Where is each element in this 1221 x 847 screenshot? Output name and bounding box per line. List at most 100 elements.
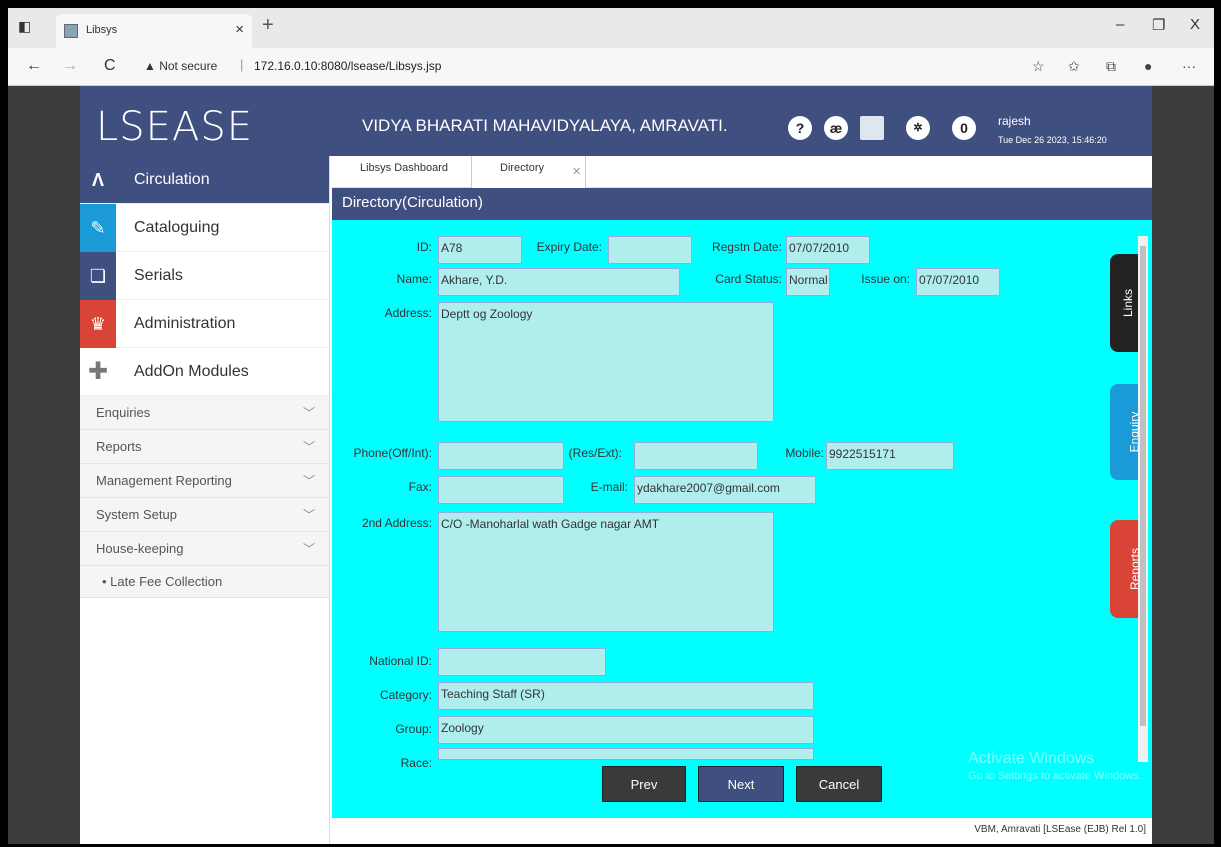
url-separator: |: [240, 57, 244, 72]
menu-reports[interactable]: Reports ﹀: [80, 430, 329, 464]
category-field[interactable]: Teaching Staff (SR): [438, 682, 814, 710]
second-address-field[interactable]: C/O -Manoharlal wath Gadge nagar AMT: [438, 512, 774, 632]
menu-enquiries[interactable]: Enquiries ﹀: [80, 396, 329, 430]
circulation-icon: Λ: [91, 170, 104, 190]
reload-button[interactable]: C: [104, 57, 116, 75]
group-field[interactable]: Zoology: [438, 716, 814, 744]
security-indicator[interactable]: ▲ Not secure: [144, 59, 217, 73]
restore-button[interactable]: ❐: [1152, 16, 1165, 34]
id-field[interactable]: A78: [438, 236, 522, 264]
read-aloud-icon[interactable]: ☆: [1032, 58, 1045, 75]
profile-icon[interactable]: ●: [1144, 58, 1152, 74]
menu-label: Reports: [96, 439, 142, 454]
phone-label: Phone(Off/Int):: [353, 446, 433, 460]
sidebar: Λ Circulation ✎ Cataloguing ❏ Serials ♛ …: [80, 156, 330, 844]
issue-on-field[interactable]: 07/07/2010: [916, 268, 1000, 296]
serials-icon: ❏: [80, 252, 116, 300]
regstn-date-label: Regstn Date:: [711, 240, 782, 254]
menu-label: • Late Fee Collection: [102, 574, 223, 589]
issue-on-label: Issue on:: [861, 272, 910, 286]
app-footer: VBM, Amravati [LSEase (EJB) Rel 1.0]: [332, 818, 1152, 844]
module-addon[interactable]: ✚ AddOn Modules: [80, 348, 329, 396]
chevron-down-icon: ﹀: [302, 406, 315, 420]
close-tab-icon[interactable]: ✕: [572, 165, 581, 178]
card-status-field[interactable]: Normal: [786, 268, 830, 296]
college-name: VIDYA BHARATI MAHAVIDYALAYA, AMRAVATI.: [362, 116, 728, 135]
menu-house-keeping[interactable]: House-keeping ﹀: [80, 532, 329, 566]
image-icon[interactable]: [860, 116, 884, 140]
links-tab-label: Links: [1121, 288, 1136, 318]
menu-label: House-keeping: [96, 541, 184, 556]
card-status-label: Card Status:: [715, 272, 782, 286]
module-label: Cataloguing: [134, 219, 220, 236]
prev-button[interactable]: Prev: [602, 766, 686, 802]
race-field[interactable]: [438, 748, 814, 760]
res-ext-field[interactable]: [634, 442, 758, 470]
windows-watermark-title: Activate Windows: [968, 750, 1095, 767]
scrollbar-thumb[interactable]: [1140, 246, 1146, 726]
forward-button[interactable]: →: [62, 57, 78, 75]
tab-label: Directory: [500, 162, 545, 174]
section-title: Directory(Circulation): [332, 188, 1152, 220]
regstn-date-field[interactable]: 07/07/2010: [786, 236, 870, 264]
address-label: Address:: [384, 306, 432, 320]
favicon-icon: [64, 24, 78, 38]
favorites-icon[interactable]: ✩: [1068, 58, 1080, 75]
expiry-date-label: Expiry Date:: [536, 240, 602, 254]
menu-system-setup[interactable]: System Setup ﹀: [80, 498, 329, 532]
url-input[interactable]: 172.16.0.10:8080/lsease/Libsys.jsp: [254, 59, 441, 73]
module-label: Serials: [134, 267, 183, 284]
more-options-icon[interactable]: ···: [1182, 58, 1196, 74]
current-datetime: Tue Dec 26 2023, 15:46:20: [998, 135, 1107, 145]
menu-label: Enquiries: [96, 405, 151, 420]
tab-directory[interactable]: Directory: [472, 156, 586, 188]
next-button[interactable]: Next: [698, 766, 784, 802]
menu-item-late-fee-collection[interactable]: • Late Fee Collection: [80, 566, 329, 598]
mobile-field[interactable]: 9922515171: [826, 442, 954, 470]
lsease-logo: LSEASE: [96, 104, 253, 150]
user-name[interactable]: rajesh: [998, 114, 1031, 128]
module-serials[interactable]: ❏ Serials: [80, 252, 329, 300]
minimize-button[interactable]: –: [1116, 16, 1124, 33]
reports-tab[interactable]: Reports: [1110, 520, 1142, 618]
enquiry-tab[interactable]: Enquiry: [1110, 384, 1141, 480]
tools-icon[interactable]: ✲: [906, 116, 930, 140]
browser-tab-title: Libsys: [86, 24, 118, 36]
expiry-date-field[interactable]: [608, 236, 692, 264]
window-close-button[interactable]: X: [1190, 16, 1200, 33]
sidebar-toggle-icon[interactable]: ◧: [18, 18, 31, 35]
links-tab[interactable]: Links: [1110, 254, 1138, 352]
close-tab-icon[interactable]: ×: [235, 21, 244, 38]
help-icon[interactable]: ?: [788, 116, 812, 140]
browser-tab[interactable]: Libsys ×: [56, 14, 252, 48]
tab-libsys-dashboard[interactable]: Libsys Dashboard: [332, 156, 472, 188]
email-label: E-mail:: [590, 480, 628, 494]
module-cataloguing[interactable]: ✎ Cataloguing: [80, 204, 329, 252]
browser-window: ◧ Libsys × + – ❐ X ← → C ▲ Not secure | …: [8, 8, 1214, 844]
chevron-down-icon: ﹀: [302, 440, 315, 454]
email-field[interactable]: ydakhare2007@gmail.com: [634, 476, 816, 504]
collections-icon[interactable]: ⧉: [1106, 58, 1116, 75]
national-id-label: National ID:: [369, 654, 432, 668]
module-label: Circulation: [134, 171, 210, 188]
lsease-app: LSEASE VIDYA BHARATI MAHAVIDYALAYA, AMRA…: [80, 86, 1152, 844]
back-button[interactable]: ←: [26, 57, 42, 75]
second-address-label: 2nd Address:: [361, 516, 432, 530]
module-circulation[interactable]: Λ Circulation: [80, 156, 329, 204]
module-administration[interactable]: ♛ Administration: [80, 300, 329, 348]
cancel-button[interactable]: Cancel: [796, 766, 882, 802]
name-label: Name:: [396, 272, 432, 286]
notification-count[interactable]: 0: [952, 116, 976, 140]
menu-management-reporting[interactable]: Management Reporting ﹀: [80, 464, 329, 498]
new-tab-button[interactable]: +: [262, 14, 274, 37]
plus-icon: ✚: [87, 358, 109, 385]
fax-label: Fax:: [408, 480, 432, 494]
address-field[interactable]: Deptt og Zoology: [438, 302, 774, 422]
name-field[interactable]: Akhare, Y.D.: [438, 268, 680, 296]
chevron-down-icon: ﹀: [302, 508, 315, 522]
national-id-field[interactable]: [438, 648, 606, 676]
fax-field[interactable]: [438, 476, 564, 504]
id-label: ID:: [416, 240, 432, 254]
language-icon[interactable]: æ: [824, 116, 848, 140]
phone-field[interactable]: [438, 442, 564, 470]
